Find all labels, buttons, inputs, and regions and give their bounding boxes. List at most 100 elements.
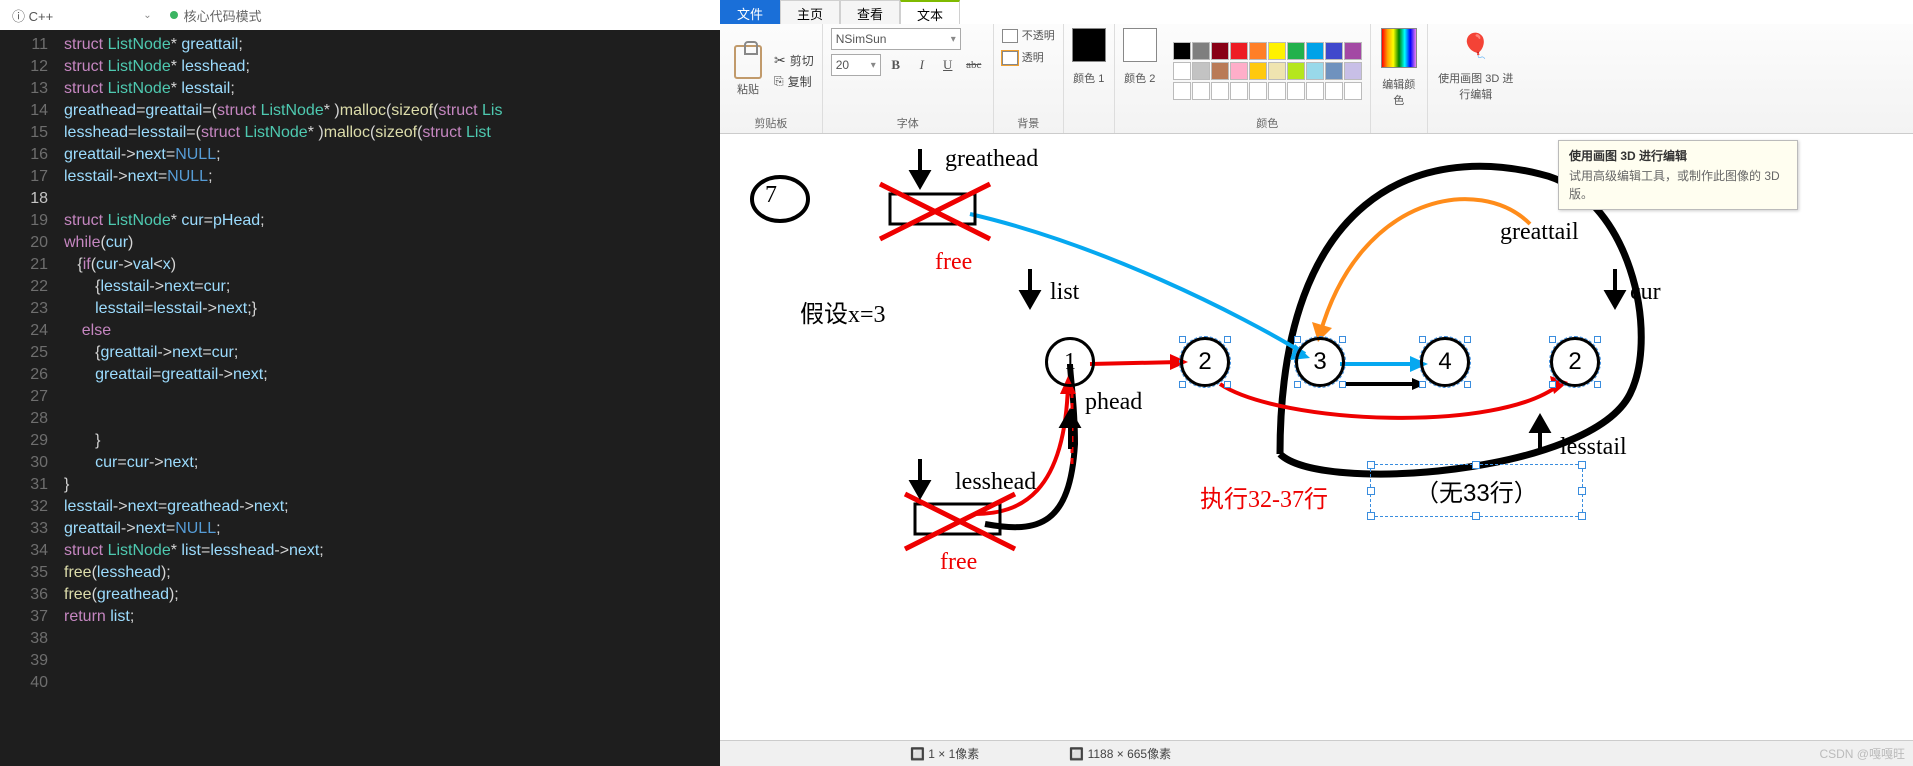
info-icon: ⓘ xyxy=(12,9,25,24)
color-swatch[interactable] xyxy=(1173,82,1191,100)
node-5: 2 xyxy=(1550,337,1600,387)
bold-button[interactable]: B xyxy=(885,54,907,76)
paint3d-icon[interactable]: 🎈 xyxy=(1458,28,1494,64)
color-swatch[interactable] xyxy=(1344,42,1362,60)
bg-group-label: 背景 xyxy=(1017,113,1039,131)
ribbon: 粘贴 ✂剪切 ⎘复制 剪贴板 NSimSun▾ 20▾ B I U xyxy=(720,24,1913,134)
group-color1: 颜色 1 xyxy=(1064,24,1115,133)
chevron-down-icon: ▾ xyxy=(871,60,876,71)
color-swatch[interactable] xyxy=(1249,42,1267,60)
label-list: list xyxy=(1050,279,1079,306)
color-swatch[interactable] xyxy=(1230,42,1248,60)
font-family-select[interactable]: NSimSun▾ xyxy=(831,28,961,50)
node-3: 3 xyxy=(1295,337,1345,387)
color-swatch[interactable] xyxy=(1211,82,1229,100)
color-swatch[interactable] xyxy=(1173,42,1191,60)
paste-button[interactable]: 粘贴 xyxy=(728,43,768,99)
copy-button[interactable]: ⎘复制 xyxy=(774,73,814,90)
color-swatch[interactable] xyxy=(1192,42,1210,60)
paint-tabs: 文件 主页 查看 文本 xyxy=(720,0,1913,24)
label-cur: cur xyxy=(1630,279,1661,306)
color-swatch[interactable] xyxy=(1306,82,1324,100)
label-greathead: greathead xyxy=(945,146,1038,173)
tooltip-body: 试用高级编辑工具，或制作此图像的 3D 版。 xyxy=(1569,167,1787,203)
color-swatch[interactable] xyxy=(1325,82,1343,100)
paint3d-tooltip: 使用画图 3D 进行编辑 试用高级编辑工具，或制作此图像的 3D 版。 xyxy=(1558,140,1798,210)
color-swatch[interactable] xyxy=(1325,42,1343,60)
code-editor[interactable]: 1112131415161718192021222324252627282930… xyxy=(0,30,720,766)
color-swatch[interactable] xyxy=(1230,62,1248,80)
color-swatch[interactable] xyxy=(1249,62,1267,80)
label-seven: 7 xyxy=(765,182,777,209)
language-selector[interactable]: ⓘ C++ ⌄ xyxy=(12,6,152,25)
label-phead: phead xyxy=(1085,389,1142,416)
color-swatch[interactable] xyxy=(1192,82,1210,100)
color1-swatch[interactable] xyxy=(1072,28,1106,62)
color-swatch[interactable] xyxy=(1325,62,1343,80)
transparent-option[interactable]: 透明 xyxy=(1002,50,1044,66)
italic-button[interactable]: I xyxy=(911,54,933,76)
color-swatch[interactable] xyxy=(1344,82,1362,100)
group-color2: 颜色 2 xyxy=(1115,24,1165,133)
color-swatch[interactable] xyxy=(1306,42,1324,60)
color-swatch[interactable] xyxy=(1230,82,1248,100)
group-paint3d: 🎈 使用画图 3D 进行编辑 xyxy=(1428,24,1524,133)
color-swatch[interactable] xyxy=(1211,62,1229,80)
text-input-box[interactable]: （无33行） xyxy=(1370,464,1583,517)
node-4: 4 xyxy=(1420,337,1470,387)
status-size: 🔲 1188 × 665像素 xyxy=(1069,745,1171,762)
color-swatch[interactable] xyxy=(1268,82,1286,100)
label-free-top: free xyxy=(935,249,972,276)
tab-view[interactable]: 查看 xyxy=(840,0,900,24)
transparent-icon xyxy=(1002,51,1018,65)
color-swatch[interactable] xyxy=(1287,42,1305,60)
label-greattail: greattail xyxy=(1500,219,1579,246)
drawing-layer xyxy=(720,134,1913,734)
watermark: CSDN @嘎嘎旺 xyxy=(1819,745,1905,762)
color-swatch[interactable] xyxy=(1173,62,1191,80)
color-swatch[interactable] xyxy=(1287,62,1305,80)
language-label: C++ xyxy=(29,9,54,24)
color-palette xyxy=(1173,42,1362,100)
chevron-down-icon: ▾ xyxy=(951,34,956,45)
label-free-bottom: free xyxy=(940,549,977,576)
chevron-down-icon: ⌄ xyxy=(143,10,151,21)
color-swatch[interactable] xyxy=(1287,82,1305,100)
color2-label: 颜色 2 xyxy=(1124,70,1155,86)
mode-label: 核心代码模式 xyxy=(184,6,262,25)
opaque-option[interactable]: 不透明 xyxy=(1002,28,1055,44)
label-lesstail: lesstail xyxy=(1560,434,1627,461)
cut-button[interactable]: ✂剪切 xyxy=(774,52,814,69)
label-lesshead: lesshead xyxy=(955,469,1036,496)
color1-label: 颜色 1 xyxy=(1073,70,1104,86)
color-swatch[interactable] xyxy=(1211,42,1229,60)
tab-home[interactable]: 主页 xyxy=(780,0,840,24)
paint-canvas[interactable]: 7 greathead free 假设x=3 list greattail cu… xyxy=(720,134,1913,740)
clipboard-icon xyxy=(734,45,762,79)
edit-colors-button[interactable] xyxy=(1381,28,1417,68)
copy-icon: ⎘ xyxy=(774,74,784,89)
color-swatch[interactable] xyxy=(1268,42,1286,60)
paint3d-label: 使用画图 3D 进行编辑 xyxy=(1436,70,1516,102)
node-2: 2 xyxy=(1180,337,1230,387)
paste-label: 粘贴 xyxy=(737,81,759,97)
label-assume: 假设x=3 xyxy=(800,294,886,329)
color-swatch[interactable] xyxy=(1192,62,1210,80)
color2-swatch[interactable] xyxy=(1123,28,1157,62)
edit-colors-label: 编辑颜色 xyxy=(1379,76,1419,108)
code-area[interactable]: struct ListNode* greattail;struct ListNo… xyxy=(60,30,720,766)
line-gutter: 1112131415161718192021222324252627282930… xyxy=(0,30,60,766)
tab-text[interactable]: 文本 xyxy=(900,0,960,24)
opaque-icon xyxy=(1002,29,1018,43)
status-bar: 🔲 1 × 1像素 🔲 1188 × 665像素 xyxy=(720,740,1913,766)
color-swatch[interactable] xyxy=(1268,62,1286,80)
color-swatch[interactable] xyxy=(1306,62,1324,80)
scissors-icon: ✂ xyxy=(774,52,786,69)
color-swatch[interactable] xyxy=(1249,82,1267,100)
group-edit-colors: 编辑颜色 xyxy=(1371,24,1428,133)
tab-file[interactable]: 文件 xyxy=(720,0,780,24)
strike-button[interactable]: abc xyxy=(963,54,985,76)
underline-button[interactable]: U xyxy=(937,54,959,76)
color-swatch[interactable] xyxy=(1344,62,1362,80)
font-size-select[interactable]: 20▾ xyxy=(831,54,881,76)
